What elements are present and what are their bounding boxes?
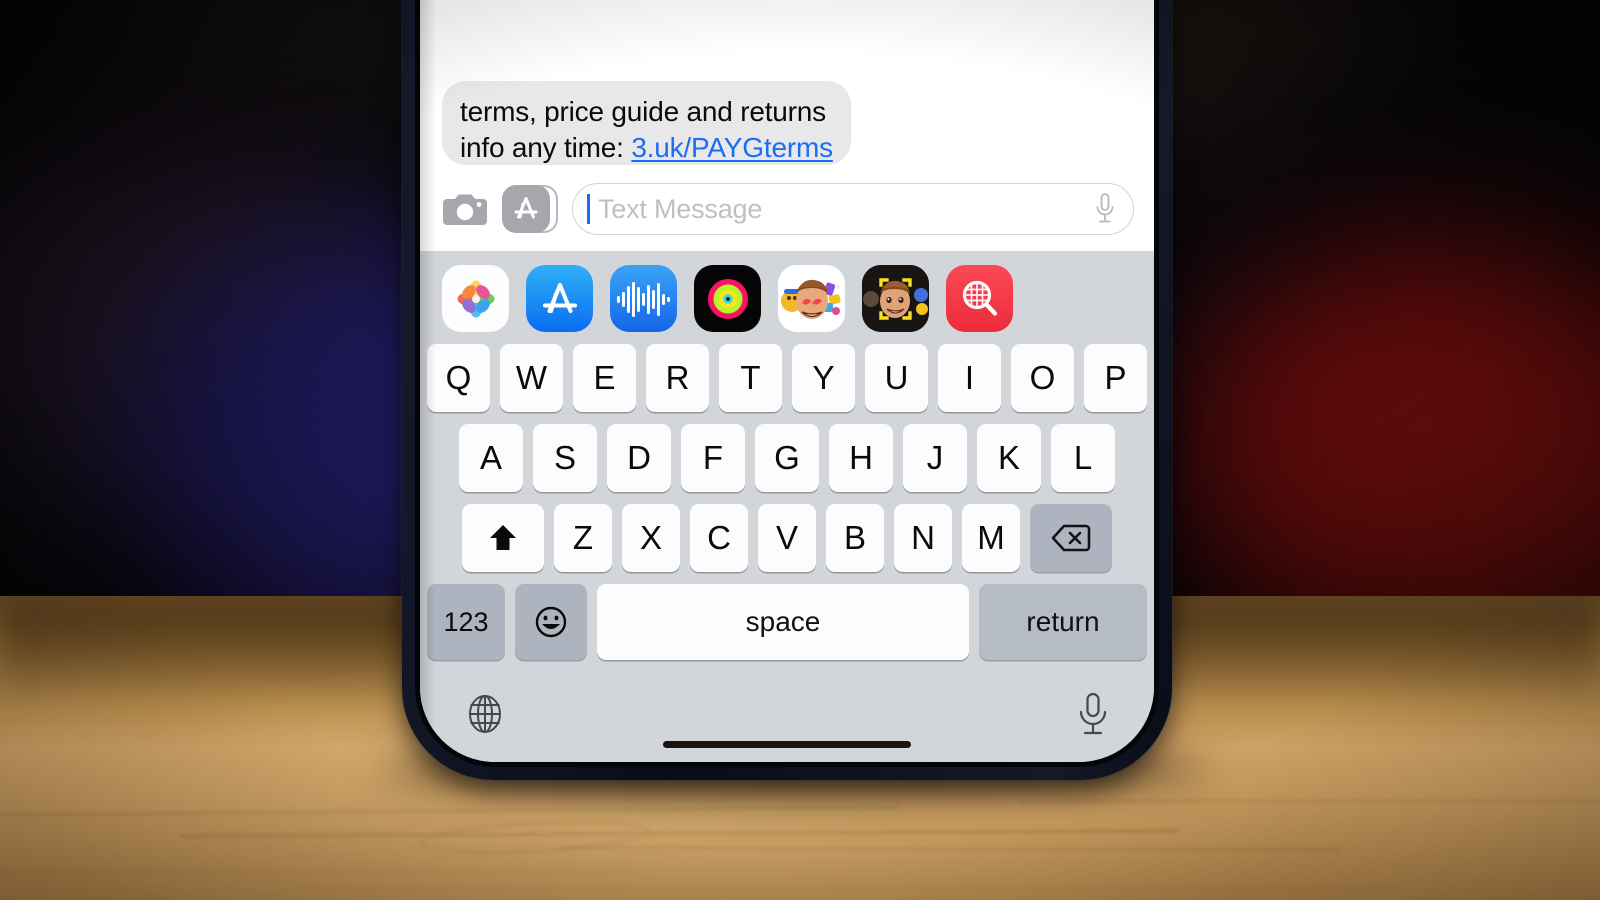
message-input-bar: Text Message bbox=[420, 171, 1154, 251]
key-n[interactable]: N bbox=[894, 504, 952, 572]
imessage-app-drawer bbox=[420, 251, 1154, 340]
message-line-2: info any time: 3.uk/PAYGterms bbox=[460, 130, 833, 165]
audio-waveform-icon bbox=[616, 281, 670, 317]
message-link[interactable]: 3.uk/PAYGterms bbox=[631, 132, 833, 163]
key-o[interactable]: O bbox=[1011, 344, 1074, 412]
app-icon-audio-message[interactable] bbox=[610, 265, 677, 332]
keyboard-row-1: Q W E R T Y U I O P bbox=[427, 344, 1147, 412]
memoji-icon bbox=[862, 265, 929, 332]
emoji-smiley-icon bbox=[535, 606, 567, 638]
keyboard-row-3: Z X C V B N M bbox=[427, 504, 1147, 572]
key-r[interactable]: R bbox=[646, 344, 709, 412]
app-icon-images[interactable] bbox=[946, 265, 1013, 332]
activity-rings-icon bbox=[707, 278, 748, 319]
message-bubble[interactable]: you can check your plan terms, price gui… bbox=[442, 81, 851, 165]
space-key[interactable]: space bbox=[597, 584, 969, 660]
key-y[interactable]: Y bbox=[792, 344, 855, 412]
text-message-input[interactable]: Text Message bbox=[572, 183, 1134, 235]
app-icon-photos[interactable] bbox=[442, 265, 509, 332]
keyboard-row-2: A S D F G H J K L bbox=[427, 424, 1147, 492]
delete-key[interactable] bbox=[1030, 504, 1112, 572]
numbers-key[interactable]: 123 bbox=[427, 584, 505, 660]
key-b[interactable]: B bbox=[826, 504, 884, 572]
key-f[interactable]: F bbox=[681, 424, 745, 492]
key-m[interactable]: M bbox=[962, 504, 1020, 572]
key-d[interactable]: D bbox=[607, 424, 671, 492]
key-z[interactable]: Z bbox=[554, 504, 612, 572]
key-e[interactable]: E bbox=[573, 344, 636, 412]
message-line-2-text: info any time: bbox=[460, 131, 632, 163]
microphone-icon[interactable] bbox=[1093, 192, 1117, 226]
app-icon-fitness[interactable] bbox=[694, 265, 761, 332]
home-indicator[interactable] bbox=[663, 741, 911, 748]
dictation-microphone-icon[interactable] bbox=[1075, 690, 1111, 738]
key-i[interactable]: I bbox=[938, 344, 1001, 412]
key-p[interactable]: P bbox=[1084, 344, 1147, 412]
app-store-icon bbox=[502, 185, 550, 233]
app-icon-app-store[interactable] bbox=[526, 265, 593, 332]
key-l[interactable]: L bbox=[1051, 424, 1115, 492]
virtual-keyboard: Q W E R T Y U I O P A S D F G H J K L Z … bbox=[420, 340, 1154, 762]
phone-bezel: you can check your plan terms, price gui… bbox=[415, 0, 1159, 767]
delete-backspace-icon bbox=[1051, 524, 1091, 552]
phone-screen: you can check your plan terms, price gui… bbox=[420, 0, 1154, 762]
text-input-placeholder: Text Message bbox=[598, 193, 763, 224]
shift-arrow-icon bbox=[490, 525, 516, 550]
key-h[interactable]: H bbox=[829, 424, 893, 492]
keyboard-row-4: 123 space return bbox=[427, 584, 1147, 660]
key-x[interactable]: X bbox=[622, 504, 680, 572]
message-row: you can check your plan terms, price gui… bbox=[442, 81, 1132, 171]
key-s[interactable]: S bbox=[533, 424, 597, 492]
globe-icon[interactable] bbox=[463, 692, 507, 736]
messages-conversation: you can check your plan terms, price gui… bbox=[420, 0, 1154, 171]
memoji-stickers-icon bbox=[778, 265, 845, 332]
images-search-icon bbox=[962, 280, 997, 316]
keyboard-bottom-bar bbox=[427, 666, 1147, 762]
app-store-glyph bbox=[514, 197, 538, 219]
iphone-device: you can check your plan terms, price gui… bbox=[402, 0, 1172, 780]
key-a[interactable]: A bbox=[459, 424, 523, 492]
key-q[interactable]: Q bbox=[427, 344, 490, 412]
key-t[interactable]: T bbox=[719, 344, 782, 412]
return-key[interactable]: return bbox=[979, 584, 1147, 660]
text-caret bbox=[587, 194, 590, 224]
key-j[interactable]: J bbox=[903, 424, 967, 492]
camera-icon bbox=[443, 194, 487, 225]
key-g[interactable]: G bbox=[755, 424, 819, 492]
key-u[interactable]: U bbox=[865, 344, 928, 412]
app-icon-memoji-stickers[interactable] bbox=[778, 265, 845, 332]
app-icon-memoji[interactable] bbox=[862, 265, 929, 332]
emoji-key[interactable] bbox=[515, 584, 587, 660]
key-k[interactable]: K bbox=[977, 424, 1041, 492]
key-w[interactable]: W bbox=[500, 344, 563, 412]
shift-key[interactable] bbox=[462, 504, 544, 572]
app-store-icon bbox=[542, 282, 577, 313]
app-store-icon-wrap bbox=[502, 183, 558, 235]
key-c[interactable]: C bbox=[690, 504, 748, 572]
key-v[interactable]: V bbox=[758, 504, 816, 572]
camera-button[interactable] bbox=[442, 189, 488, 229]
photo-scene: you can check your plan terms, price gui… bbox=[0, 0, 1600, 900]
app-store-button[interactable] bbox=[502, 183, 558, 235]
photos-icon bbox=[457, 280, 494, 317]
